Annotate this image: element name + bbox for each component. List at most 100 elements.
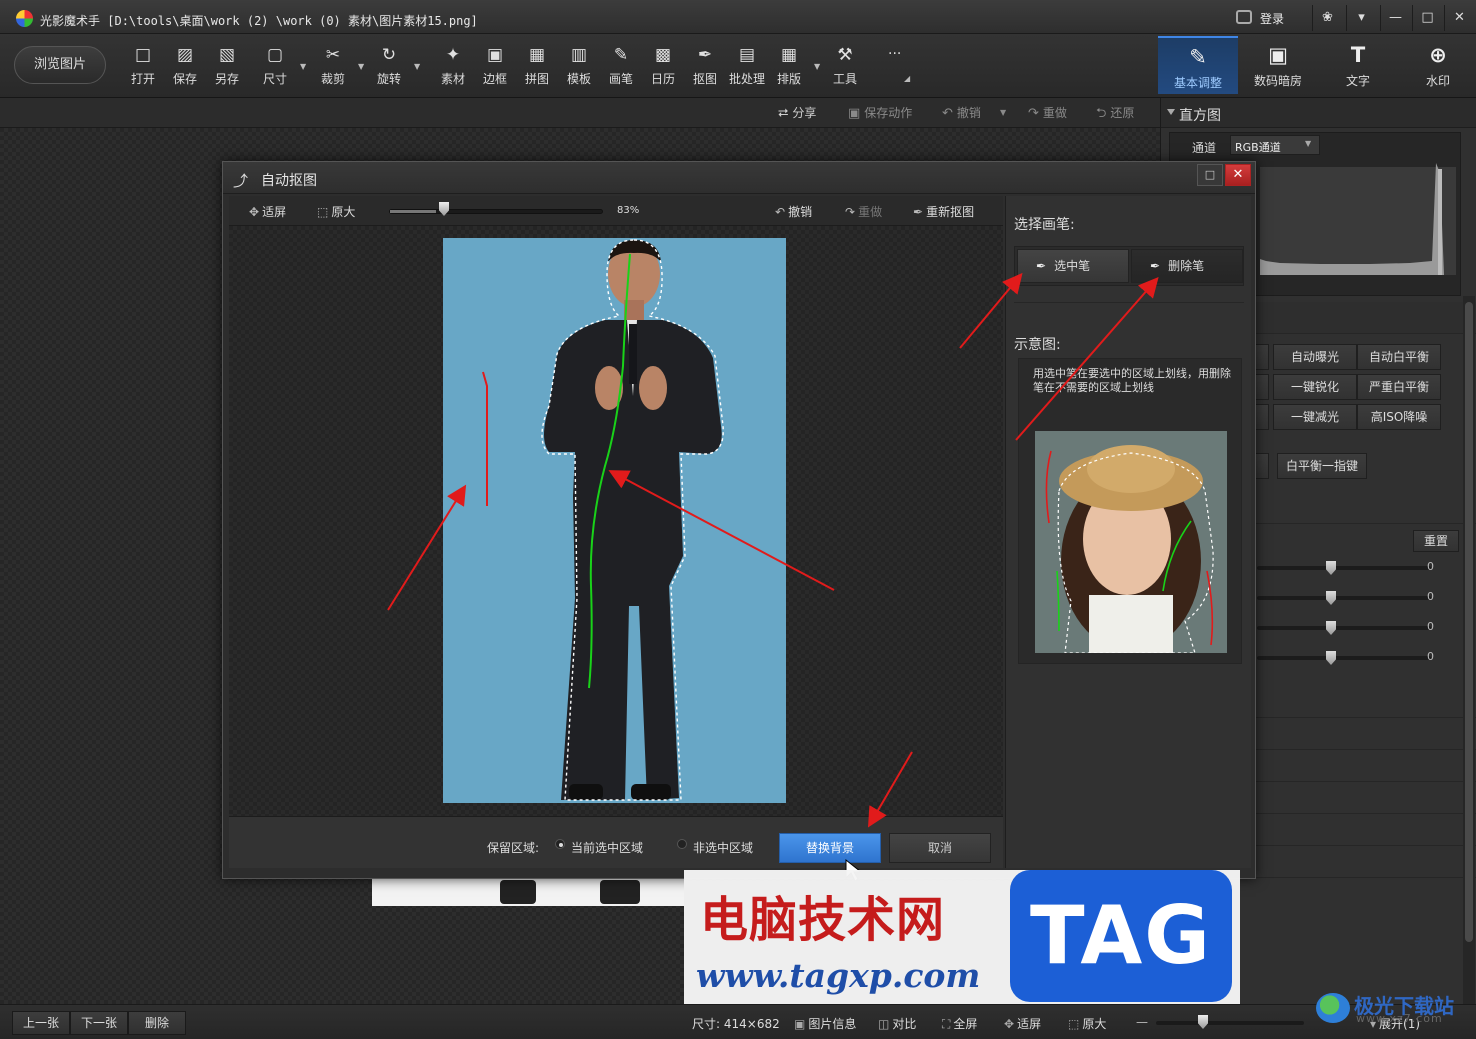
zoom-slider[interactable] (1156, 1021, 1304, 1025)
resize-dropdown-icon[interactable]: ▼ (300, 62, 306, 71)
actual-size-button[interactable]: ⬚ 原大 (317, 203, 355, 220)
share-button[interactable]: ⮂ 分享 (778, 104, 816, 121)
quick-adjust-button[interactable]: 一键锐化 (1273, 374, 1357, 400)
cutout-photo[interactable] (229, 226, 1003, 816)
dialog-undo-button[interactable]: ↶ 撤销 (775, 203, 812, 220)
tool-cutout-button[interactable]: ✒ 抠图 (684, 44, 726, 92)
next-image-button[interactable]: 下一张 (70, 1011, 128, 1035)
wb-one-key-button[interactable]: 白平衡一指键 (1277, 453, 1367, 479)
dialog-zoom-slider[interactable] (389, 209, 603, 214)
histogram-header[interactable]: 直方图 (1161, 98, 1476, 128)
quick-adjust-button[interactable]: 自动白平衡 (1357, 344, 1441, 370)
tab-text[interactable]: T 文字 (1318, 36, 1398, 94)
current-selection-label[interactable]: 当前选中区域 (571, 839, 643, 856)
tool-label: 裁剪 (320, 72, 345, 86)
tool-brush-button[interactable]: ✎ 画笔 (600, 44, 642, 92)
slider-knob[interactable] (1326, 561, 1336, 575)
menu-button[interactable]: ▾ (1346, 5, 1376, 31)
tool-rotate-button[interactable]: ↻ 旋转 (368, 44, 410, 92)
dialog-title-bar[interactable]: ⤴ 自动抠图 □ ✕ (223, 162, 1255, 194)
quick-adjust-button[interactable]: 自动曝光 (1273, 344, 1357, 370)
dialog-close-button[interactable]: ✕ (1225, 164, 1251, 186)
right-panel-scrollbar[interactable] (1463, 296, 1475, 1004)
app-logo-icon (16, 10, 33, 27)
slider-knob[interactable] (1326, 591, 1336, 605)
non-selection-label[interactable]: 非选中区域 (693, 839, 753, 856)
image-size: 尺寸: 414×682 (692, 1017, 780, 1031)
tool-border-button[interactable]: ▣ 边框 (474, 44, 516, 92)
tool-crop-button[interactable]: ✂ 裁剪 (312, 44, 354, 92)
tool-calendar-button[interactable]: ▩ 日历 (642, 44, 684, 92)
more-tools-button[interactable]: ··· (888, 46, 901, 62)
tool-resize-button[interactable]: ▢ 尺寸 (254, 44, 296, 92)
radio-non-selection[interactable] (677, 839, 687, 849)
previous-image-button[interactable]: 上一张 (12, 1011, 70, 1035)
quick-adjust-button[interactable]: 高ISO降噪 (1357, 404, 1441, 430)
border-icon: ▣ (486, 45, 504, 65)
quick-adjust-button[interactable]: 一键减光 (1273, 404, 1357, 430)
quick-adjust-button[interactable]: 严重白平衡 (1357, 374, 1441, 400)
restore-label: 还原 (1110, 106, 1135, 120)
maximize-button[interactable]: □ (1412, 5, 1442, 31)
scrollbar-thumb[interactable] (1465, 302, 1473, 942)
compare-button[interactable]: ◫ 对比 (878, 1015, 916, 1032)
tool-layout-button[interactable]: ▦ 排版 (768, 44, 810, 92)
tool-wrench-button[interactable]: ⚒ 工具 (824, 44, 866, 92)
fit-screen-button[interactable]: ✥ 适屏 (1004, 1015, 1041, 1032)
fullscreen-button[interactable]: ⛶ 全屏 (942, 1015, 977, 1032)
undo-dropdown-icon[interactable]: ▼ (1000, 104, 1006, 118)
undo-button[interactable]: ↶ 撤销 (942, 104, 981, 121)
tab-darkroom[interactable]: ▣ 数码暗房 (1238, 36, 1318, 94)
diagram-instructions: 用选中笔在要选中的区域上划线，用删除笔在不需要的区域上划线 (1033, 367, 1231, 394)
select-pen-button[interactable]: ✒ 选中笔 (1017, 249, 1129, 283)
tool-collage-button[interactable]: ▦ 拼图 (516, 44, 558, 92)
tool-material-button[interactable]: ✦ 素材 (432, 44, 474, 92)
radio-current-selection[interactable] (555, 839, 565, 849)
more-expand-icon[interactable]: ◢ (904, 74, 910, 83)
tab-adjust[interactable]: ✎ 基本调整 (1158, 36, 1238, 94)
login-label: 登录 (1260, 12, 1285, 26)
adjust-slider[interactable] (1257, 596, 1431, 600)
tool-batch-button[interactable]: ▤ 批处理 (726, 44, 768, 92)
tool-save-button[interactable]: ▨ 保存 (164, 44, 206, 92)
tool-template-button[interactable]: ▥ 模板 (558, 44, 600, 92)
undo-icon: ↶ (942, 106, 953, 121)
actual-size-button[interactable]: ⬚ 原大 (1068, 1015, 1106, 1032)
replace-background-button[interactable]: 替换背景 (779, 833, 881, 863)
cancel-button[interactable]: 取消 (889, 833, 991, 863)
delete-image-button[interactable]: 删除 (128, 1011, 186, 1035)
zoom-out-icon[interactable]: — (1136, 1015, 1148, 1029)
reset-button[interactable]: 重置 (1413, 530, 1459, 552)
layout-dropdown-icon[interactable]: ▼ (814, 62, 820, 71)
minimize-button[interactable]: — (1380, 5, 1410, 31)
crop-icon: ✂ (325, 45, 341, 65)
slider-knob[interactable] (1326, 621, 1336, 635)
adjust-slider[interactable] (1257, 656, 1431, 660)
zoom-slider-knob[interactable] (1198, 1015, 1208, 1029)
fit-screen-button[interactable]: ✥ 适屏 (249, 203, 286, 220)
browse-images-button[interactable]: 浏览图片 (14, 46, 106, 84)
slider-knob[interactable] (1326, 651, 1336, 665)
adjust-slider[interactable] (1257, 566, 1431, 570)
tool-open-button[interactable]: □ 打开 (122, 44, 164, 92)
rotate-dropdown-icon[interactable]: ▼ (414, 62, 420, 71)
image-info-button[interactable]: ▣ 图片信息 (794, 1015, 856, 1032)
redo-button[interactable]: ↷ 重做 (1028, 104, 1067, 121)
delete-pen-button[interactable]: ✒ 删除笔 (1131, 249, 1243, 283)
fit-icon: ✥ (249, 205, 260, 219)
dialog-redo-button[interactable]: ↷ 重做 (845, 203, 882, 220)
restore-button[interactable]: ⮌ 还原 (1096, 104, 1134, 126)
crop-dropdown-icon[interactable]: ▼ (358, 62, 364, 71)
close-button[interactable]: ✕ (1444, 5, 1474, 31)
tab-watermark[interactable]: ⊕ 水印 (1398, 36, 1476, 94)
recut-button[interactable]: ✒ 重新抠图 (913, 203, 974, 220)
cutout-canvas[interactable] (229, 226, 1003, 816)
tool-save-as-button[interactable]: ▧ 另存 (206, 44, 248, 92)
login-button[interactable]: 登录 (1236, 8, 1308, 30)
wand-icon: ⤴ (233, 172, 249, 190)
undo-label: 撤销 (788, 205, 813, 219)
skin-button[interactable]: ❀ (1312, 5, 1342, 31)
save-action-button[interactable]: ▣ 保存动作 (848, 104, 912, 121)
adjust-slider[interactable] (1257, 626, 1431, 630)
dialog-maximize-button[interactable]: □ (1197, 164, 1223, 186)
